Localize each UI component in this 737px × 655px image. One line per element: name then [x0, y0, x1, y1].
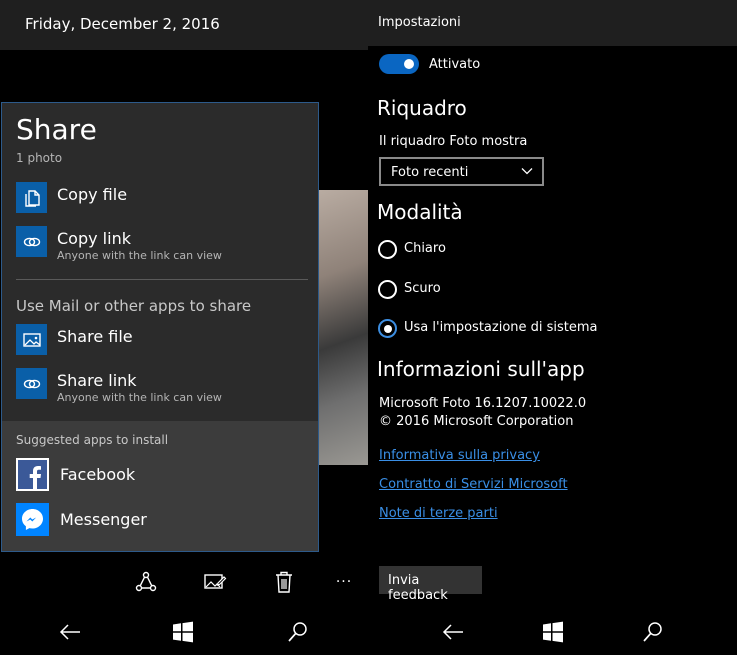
radio-dark[interactable]: Scuro	[378, 280, 638, 302]
toggle-switch[interactable]	[379, 54, 419, 74]
messenger-icon	[16, 503, 49, 536]
windows-icon[interactable]	[168, 618, 198, 646]
messenger-label: Messenger	[60, 510, 147, 529]
copy-file-button[interactable]: Copy file	[16, 182, 311, 216]
tile-label: Il riquadro Foto mostra	[379, 134, 528, 149]
tile-dropdown[interactable]: Foto recenti	[379, 157, 544, 186]
toggle-knob	[404, 59, 414, 69]
date-text: Friday, December 2, 2016	[25, 15, 220, 33]
settings-screen: Impostazioni Attivato Riquadro Il riquad…	[368, 0, 737, 655]
other-apps-heading: Use Mail or other apps to share	[16, 297, 252, 315]
chevron-down-icon	[521, 168, 533, 175]
copy-file-label: Copy file	[57, 185, 128, 204]
radio-circle-selected	[378, 319, 397, 338]
share-link-label: Share link	[57, 371, 137, 390]
tile-heading: Riquadro	[377, 96, 467, 120]
radio-light[interactable]: Chiaro	[378, 240, 638, 262]
feedback-button-label: Invia feedback	[388, 573, 448, 603]
date-bar: Friday, December 2, 2016	[0, 0, 368, 50]
radio-label: Scuro	[404, 281, 441, 296]
radio-label: Usa l'impostazione di sistema	[404, 320, 598, 335]
toggle-label: Attivato	[429, 57, 481, 72]
share-file-button[interactable]: Share file	[16, 324, 311, 358]
back-icon[interactable]	[55, 618, 85, 646]
share-file-label: Share file	[57, 327, 133, 346]
radio-system[interactable]: Usa l'impostazione di sistema	[378, 319, 638, 341]
more-icon[interactable]: ···	[330, 568, 358, 596]
share-screen: Friday, December 2, 2016 Share 1 photo C…	[0, 0, 368, 655]
share-icon[interactable]	[132, 568, 160, 596]
back-icon[interactable]	[438, 618, 468, 646]
third-party-notes-link[interactable]: Note di terze parti	[379, 506, 498, 521]
share-subtitle: 1 photo	[16, 151, 63, 165]
radio-circle	[378, 240, 397, 259]
image-icon	[16, 324, 47, 355]
app-version: Microsoft Foto 16.1207.10022.0	[379, 396, 587, 411]
services-agreement-link[interactable]: Contratto di Servizi Microsoft	[379, 477, 568, 492]
edit-image-icon[interactable]	[201, 568, 229, 596]
photo-background	[318, 190, 368, 465]
suggested-apps-section: Suggested apps to install Facebook Messe…	[2, 421, 318, 551]
search-icon[interactable]	[638, 618, 668, 646]
search-icon[interactable]	[283, 618, 313, 646]
copy-link-button[interactable]: Copy link Anyone with the link can view	[16, 226, 311, 262]
radio-circle	[378, 280, 397, 299]
share-link-button[interactable]: Share link Anyone with the link can view	[16, 368, 311, 404]
privacy-link[interactable]: Informativa sulla privacy	[379, 448, 540, 463]
share-title: Share	[16, 113, 97, 146]
settings-title: Impostazioni	[378, 15, 461, 30]
mode-heading: Modalità	[377, 200, 463, 224]
nav-bar-right	[368, 610, 737, 655]
facebook-app-item[interactable]: Facebook	[16, 458, 306, 494]
divider	[16, 279, 308, 280]
copy-file-icon	[16, 182, 47, 213]
link-icon	[16, 226, 47, 257]
facebook-icon	[16, 458, 49, 491]
copy-link-label: Copy link	[57, 229, 131, 248]
copy-link-sublabel: Anyone with the link can view	[57, 249, 222, 262]
windows-icon[interactable]	[538, 618, 568, 646]
settings-title-bar: Impostazioni	[368, 0, 737, 46]
tile-dropdown-value: Foto recenti	[391, 165, 469, 180]
facebook-label: Facebook	[60, 465, 136, 484]
delete-icon[interactable]	[270, 568, 298, 596]
link-icon	[16, 368, 47, 399]
radio-label: Chiaro	[404, 241, 446, 256]
share-link-sublabel: Anyone with the link can view	[57, 391, 222, 404]
copyright-text: © 2016 Microsoft Corporation	[379, 414, 574, 429]
suggested-apps-heading: Suggested apps to install	[16, 433, 169, 447]
photo-app-bar: ···	[0, 560, 368, 604]
about-heading: Informazioni sull'app	[377, 357, 585, 381]
nav-bar-left	[0, 610, 368, 655]
share-panel: Share 1 photo Copy file Copy link Anyone…	[1, 102, 319, 552]
feedback-button[interactable]: Invia feedback	[379, 566, 482, 603]
messenger-app-item[interactable]: Messenger	[16, 503, 306, 539]
